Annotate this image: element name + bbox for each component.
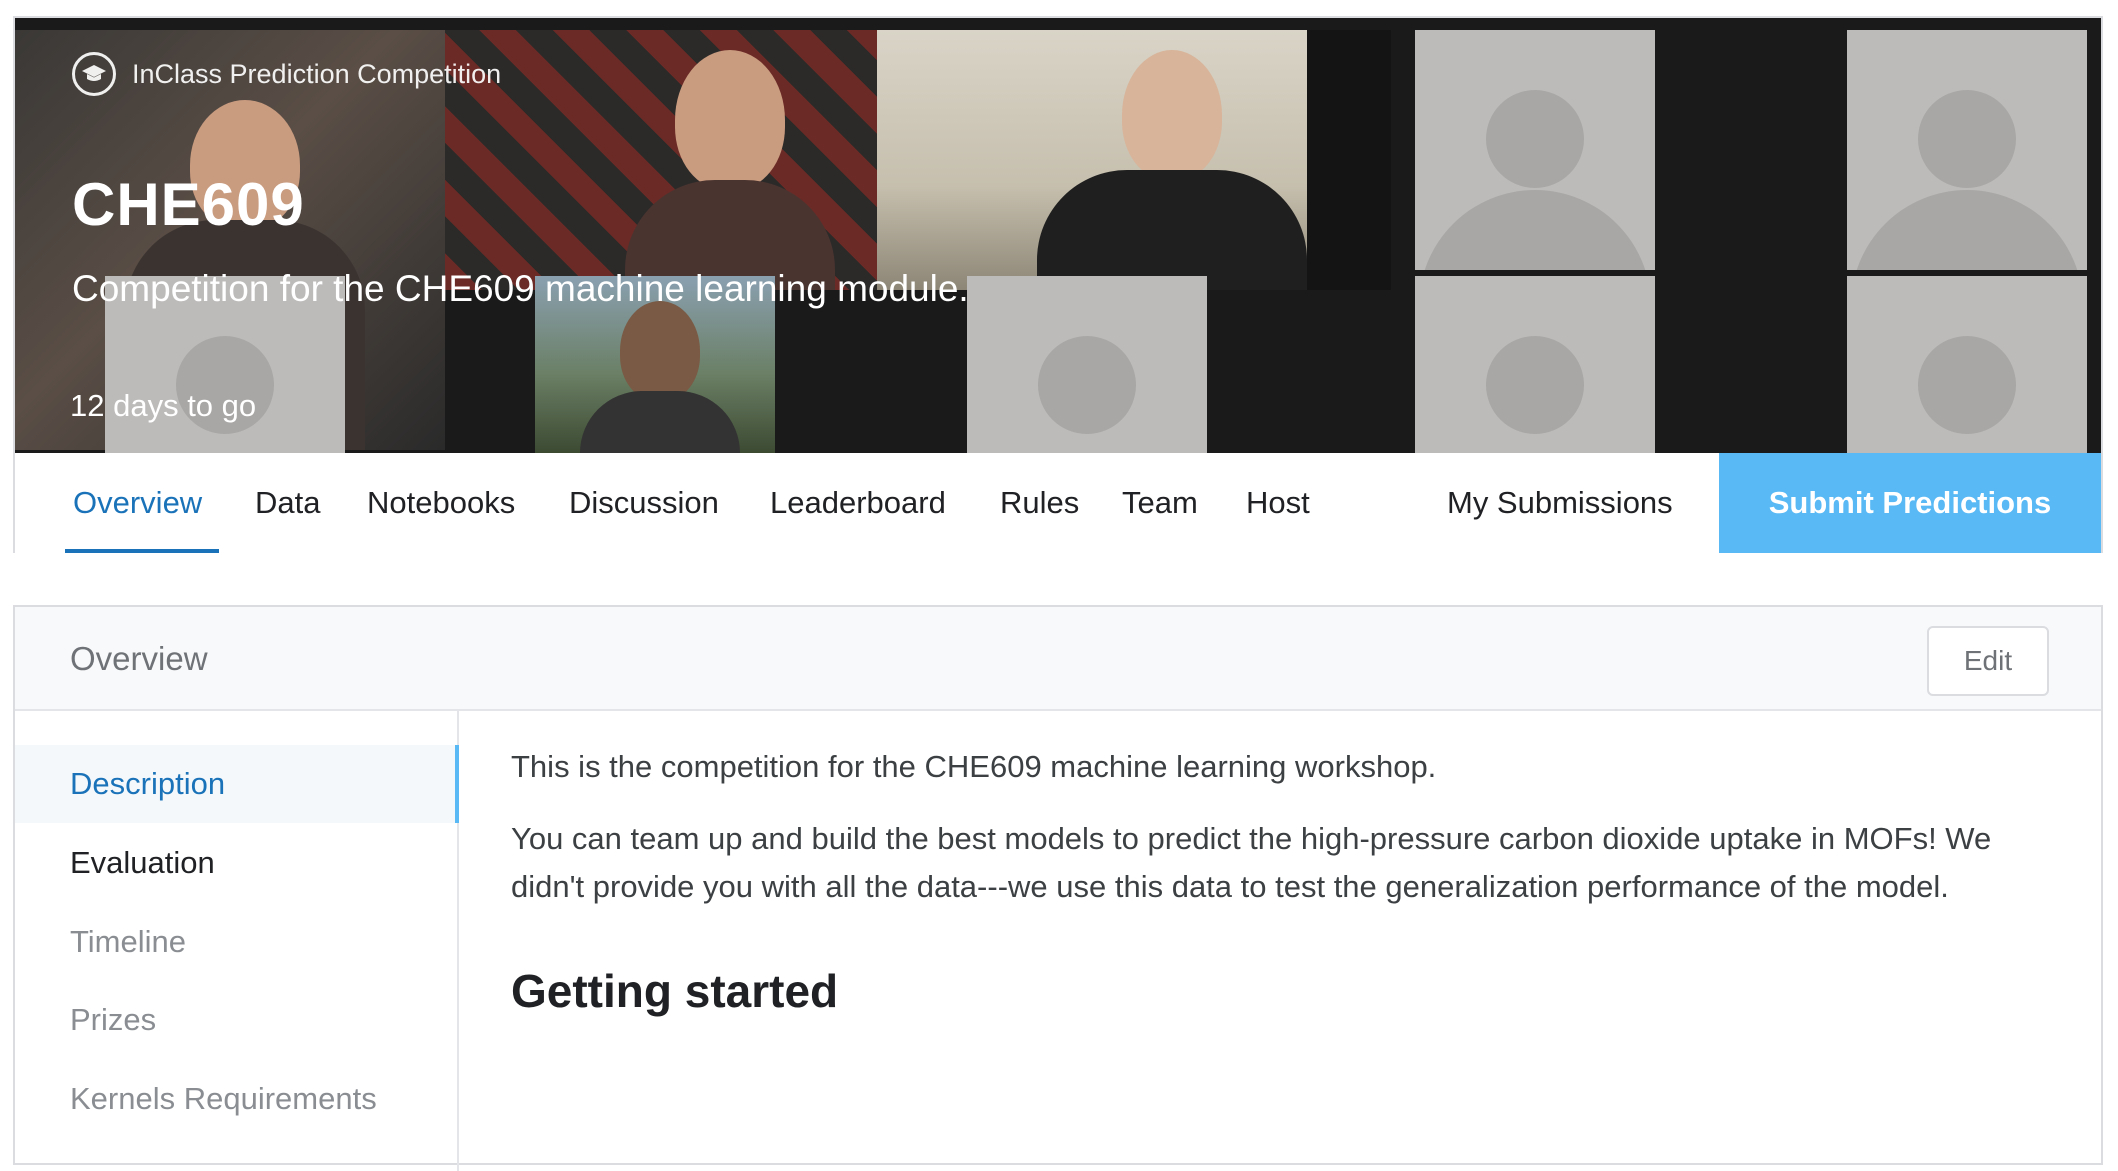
sidebar-item-kernels-requirements[interactable]: Kernels Requirements [15, 1060, 457, 1138]
competition-title: CHE609 [72, 171, 305, 238]
tab-notebooks[interactable]: Notebooks [367, 453, 515, 553]
tab-rules[interactable]: Rules [1000, 453, 1079, 553]
overview-title: Overview [70, 640, 208, 677]
description-paragraph: You can team up and build the best model… [511, 821, 1992, 904]
my-submissions-link[interactable]: My Submissions [1447, 453, 1673, 553]
edit-button[interactable]: Edit [1927, 626, 2049, 696]
description-paragraph: This is the competition for the CHE609 m… [511, 749, 1437, 784]
overview-header: Overview Edit [15, 607, 2101, 711]
tab-discussion[interactable]: Discussion [569, 453, 719, 553]
tab-leaderboard[interactable]: Leaderboard [770, 453, 946, 553]
sidebar-item-label: Prizes [70, 1002, 157, 1037]
competition-type-label: InClass Prediction Competition [132, 58, 502, 89]
overview-sidebar: Description Evaluation Timeline Prizes K… [15, 711, 459, 1171]
description-content: This is the competition for the CHE609 m… [511, 743, 2071, 1019]
sidebar-item-timeline[interactable]: Timeline [15, 903, 457, 981]
competition-subtitle: Competition for the CHE609 machine learn… [72, 268, 969, 309]
sidebar-item-label: Kernels Requirements [70, 1081, 377, 1116]
getting-started-heading: Getting started [511, 965, 839, 1017]
overview-section: Overview Edit Description Evaluation Tim… [13, 605, 2103, 1171]
sidebar-item-prizes[interactable]: Prizes [15, 981, 457, 1059]
sidebar-item-description[interactable]: Description [15, 745, 459, 823]
active-tab-indicator [65, 549, 219, 553]
deadline-text: 12 days to go [70, 388, 257, 423]
competition-nav: Overview Data Notebooks Discussion Leade… [15, 453, 2101, 553]
sidebar-item-label: Timeline [70, 924, 186, 959]
competition-type: InClass Prediction Competition [72, 52, 501, 96]
tab-team[interactable]: Team [1122, 453, 1198, 553]
sidebar-item-label: Description [70, 766, 226, 801]
sidebar-item-evaluation[interactable]: Evaluation [15, 824, 457, 902]
tab-overview[interactable]: Overview [73, 453, 202, 553]
sidebar-item-label: Evaluation [70, 845, 215, 880]
competition-header: InClass Prediction Competition CHE609 Co… [13, 16, 2103, 553]
tab-host[interactable]: Host [1246, 453, 1310, 553]
submit-predictions-button[interactable]: Submit Predictions [1719, 453, 2101, 553]
graduation-cap-icon [72, 52, 116, 96]
tab-data[interactable]: Data [255, 453, 320, 553]
banner-image: InClass Prediction Competition CHE609 Co… [15, 18, 2101, 453]
